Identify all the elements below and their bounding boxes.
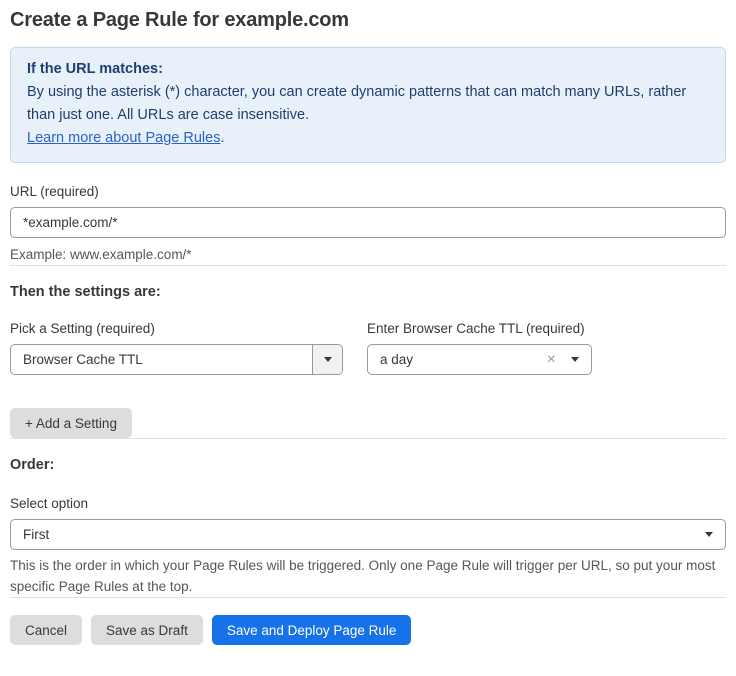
page-rule-form: Create a Page Rule for example.com If th…: [0, 0, 736, 645]
order-select-controls: [705, 532, 725, 537]
settings-row: Pick a Setting (required) Browser Cache …: [10, 321, 726, 375]
order-select[interactable]: First: [10, 519, 726, 550]
settings-section-heading: Then the settings are:: [10, 284, 726, 300]
learn-more-link[interactable]: Learn more about Page Rules: [27, 130, 220, 146]
chevron-down-icon[interactable]: [571, 357, 579, 362]
page-title: Create a Page Rule for example.com: [10, 9, 726, 32]
order-select-value: First: [11, 527, 705, 542]
order-select-label: Select option: [10, 496, 726, 511]
footer-buttons: Cancel Save as Draft Save and Deploy Pag…: [10, 615, 726, 645]
clear-icon[interactable]: ×: [547, 352, 556, 368]
ttl-select-controls: ×: [547, 352, 591, 368]
save-deploy-button[interactable]: Save and Deploy Page Rule: [212, 615, 412, 645]
ttl-select-column: Enter Browser Cache TTL (required) a day…: [367, 321, 592, 375]
ttl-select[interactable]: a day ×: [367, 344, 592, 375]
chevron-down-icon: [705, 532, 713, 537]
save-draft-button[interactable]: Save as Draft: [91, 615, 203, 645]
info-box-body: By using the asterisk (*) character, you…: [27, 81, 709, 127]
info-box-heading: If the URL matches:: [27, 58, 709, 81]
setting-select-label: Pick a Setting (required): [10, 321, 343, 336]
chevron-down-icon: [324, 357, 332, 362]
setting-select[interactable]: Browser Cache TTL: [10, 344, 343, 375]
url-match-info-box: If the URL matches: By using the asteris…: [10, 47, 726, 163]
ttl-select-value: a day: [368, 352, 547, 367]
setting-select-caret-section[interactable]: [312, 345, 342, 374]
link-suffix: .: [220, 130, 224, 146]
url-input[interactable]: [10, 207, 726, 238]
setting-select-value: Browser Cache TTL: [11, 352, 312, 367]
divider: [10, 597, 726, 598]
order-help-text: This is the order in which your Page Rul…: [10, 555, 726, 597]
info-box-link-line: Learn more about Page Rules.: [27, 127, 709, 150]
setting-select-column: Pick a Setting (required) Browser Cache …: [10, 321, 343, 375]
url-example-text: Example: www.example.com/*: [10, 245, 726, 265]
divider: [10, 265, 726, 266]
order-section-heading: Order:: [10, 457, 726, 473]
url-field-label: URL (required): [10, 184, 726, 199]
cancel-button[interactable]: Cancel: [10, 615, 82, 645]
divider: [10, 438, 726, 439]
add-setting-button[interactable]: + Add a Setting: [10, 408, 132, 438]
ttl-select-label: Enter Browser Cache TTL (required): [367, 321, 592, 336]
